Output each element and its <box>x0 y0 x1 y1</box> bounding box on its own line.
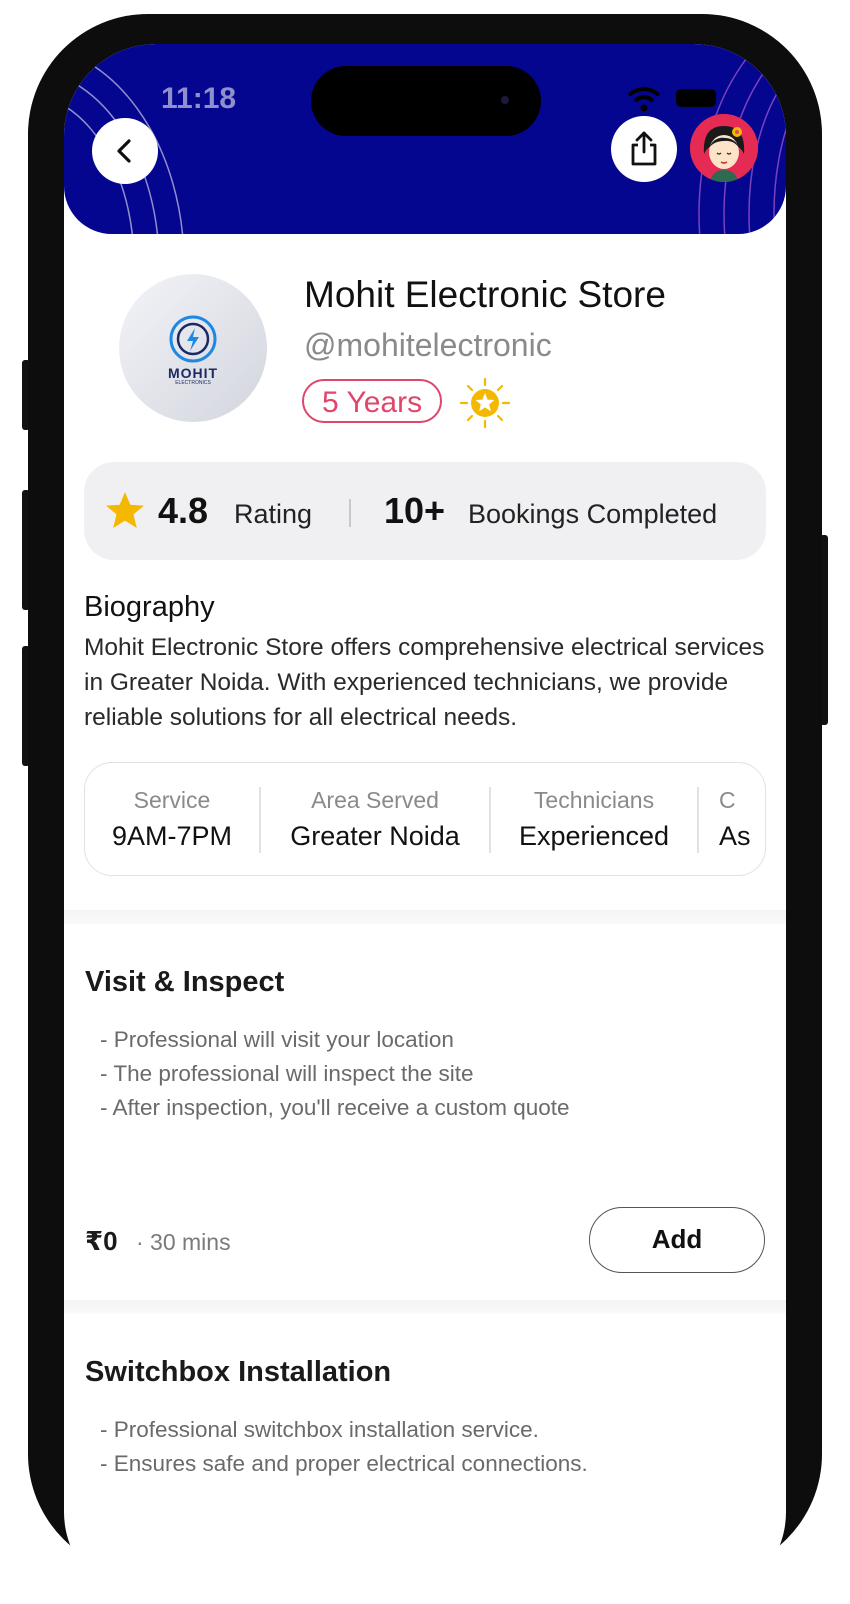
info-value: Greater Noida <box>290 821 460 851</box>
info-label: Technicians <box>533 787 655 813</box>
user-avatar[interactable] <box>690 114 758 182</box>
info-label: Area Served <box>311 787 439 813</box>
star-icon <box>106 492 144 528</box>
service-price: ₹0 <box>85 1226 118 1256</box>
camera-dot <box>501 96 509 104</box>
experience-badge: 5 Years <box>302 379 443 423</box>
biography-text: Mohit Electronic Store offers comprehens… <box>84 634 765 731</box>
service-point: - After inspection, you'll receive a cus… <box>100 1095 570 1120</box>
service-point: - Professional will visit your location <box>100 1027 454 1052</box>
share-icon <box>631 131 657 166</box>
wifi-icon <box>627 87 661 112</box>
info-service-hours: Service 9AM-7PM <box>85 763 259 875</box>
lightning-logo-icon <box>169 315 217 363</box>
service-title: Visit & Inspect <box>85 966 285 998</box>
info-value: As <box>719 821 751 851</box>
service-title: Switchbox Installation <box>85 1356 392 1388</box>
avatar-illustration <box>690 114 758 182</box>
info-strip[interactable]: Service 9AM-7PM Area Served Greater Noid… <box>84 762 766 876</box>
add-button[interactable]: Add <box>589 1207 765 1273</box>
chevron-left-icon <box>117 139 131 163</box>
stats-divider <box>349 499 351 527</box>
info-area-served: Area Served Greater Noida <box>261 763 489 875</box>
rating-label: Rating <box>234 499 313 529</box>
info-partial: C As <box>719 763 765 875</box>
phone-frame: 11:18 MOHIT ELECTRONICS Mohit Electronic… <box>28 14 822 1604</box>
share-button[interactable] <box>611 116 677 182</box>
service-points: - Professional will visit your location … <box>100 1023 570 1125</box>
store-name: Mohit Electronic Store <box>304 274 666 315</box>
info-label: Service <box>133 787 211 813</box>
service-point: - The professional will inspect the site <box>100 1061 474 1086</box>
bookings-value: 10+ <box>384 490 446 531</box>
info-value: Experienced <box>518 821 670 851</box>
service-duration: · 30 mins <box>136 1229 231 1255</box>
info-label: C <box>719 787 736 813</box>
info-technicians: Technicians Experienced <box>491 763 697 875</box>
section-divider <box>64 1300 786 1314</box>
store-handle: @mohitelectronic <box>304 327 552 363</box>
service-point: - Professional switchbox installation se… <box>100 1417 539 1442</box>
sun-star-icon <box>459 377 511 429</box>
store-logo: MOHIT ELECTRONICS <box>119 274 267 422</box>
logo-text: MOHIT <box>167 365 219 381</box>
section-divider <box>64 910 786 924</box>
info-value: 9AM-7PM <box>111 821 233 851</box>
biography-title: Biography <box>84 591 215 623</box>
info-divider <box>697 787 699 853</box>
status-time: 11:18 <box>161 82 237 115</box>
bookings-label: Bookings Completed <box>468 499 718 529</box>
back-button[interactable] <box>92 118 158 184</box>
service-points: - Professional switchbox installation se… <box>100 1413 588 1481</box>
battery-icon <box>676 89 716 107</box>
screen: 11:18 MOHIT ELECTRONICS Mohit Electronic… <box>64 44 786 1604</box>
header-banner: 11:18 <box>64 44 786 234</box>
stats-bar: 4.8 Rating 10+ Bookings Completed <box>84 462 766 560</box>
service-point: - Ensures safe and proper electrical con… <box>100 1451 588 1476</box>
dynamic-island <box>311 66 541 136</box>
logo-subtext: ELECTRONICS <box>175 380 211 386</box>
rating-value: 4.8 <box>158 490 209 531</box>
